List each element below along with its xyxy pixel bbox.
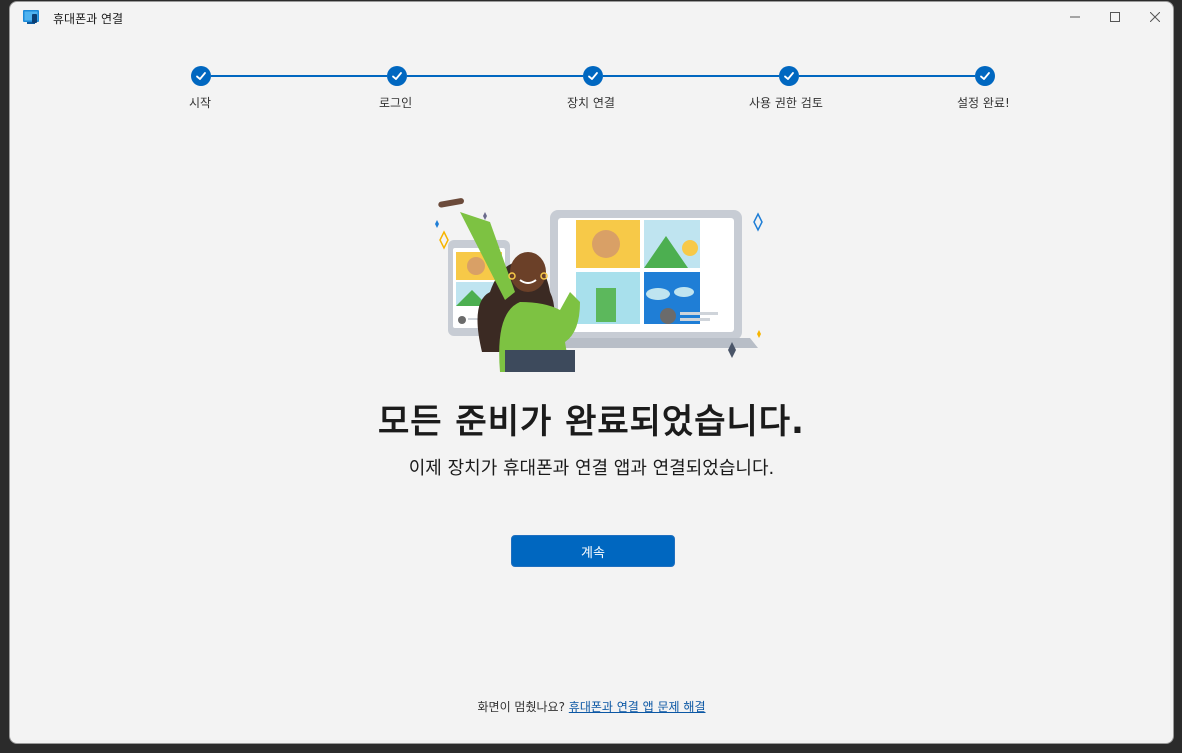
checkmark-icon (980, 72, 990, 80)
step-indicator-start (191, 66, 211, 86)
person-with-devices-illustration (435, 198, 763, 372)
maximize-icon (1110, 12, 1120, 22)
completion-subheading: 이제 장치가 휴대폰과 연결 앱과 연결되었습니다. (408, 458, 775, 479)
title-bar[interactable]: 휴대폰과 연결 (10, 2, 1173, 34)
step-connector (407, 75, 583, 77)
minimize-icon (1070, 16, 1080, 18)
step-indicator-setup-complete (975, 66, 995, 86)
checkmark-icon (588, 72, 598, 80)
app-window: 휴대폰과 연결 시작 로그인 장치 연결 사용 권한 검토 설정 완료! 모든 … (9, 1, 1174, 744)
step-label-login: 로그인 (379, 96, 413, 110)
checkmark-icon (392, 72, 402, 80)
troubleshoot-link[interactable]: 휴대폰과 연결 앱 문제 해결 (569, 700, 706, 714)
close-icon (1150, 12, 1160, 22)
step-label-connect-device: 장치 연결 (567, 96, 615, 110)
setup-progress-stepper: 시작 로그인 장치 연결 사용 권한 검토 설정 완료! (10, 62, 1173, 122)
step-label-review-permissions: 사용 권한 검토 (749, 96, 823, 110)
checkmark-icon (784, 72, 794, 80)
window-title: 휴대폰과 연결 (53, 12, 124, 26)
footer-help: 화면이 멈췄나요? 휴대폰과 연결 앱 문제 해결 (10, 698, 1173, 715)
step-label-start: 시작 (189, 96, 212, 110)
minimize-button[interactable] (1055, 2, 1095, 32)
step-connector (603, 75, 779, 77)
step-indicator-connect-device (583, 66, 603, 86)
step-connector (799, 75, 975, 77)
continue-button[interactable]: 계속 (511, 535, 675, 567)
step-indicator-login (387, 66, 407, 86)
completion-heading: 모든 준비가 완료되었습니다. (378, 402, 805, 442)
checkmark-icon (196, 72, 206, 80)
step-label-setup-complete: 설정 완료! (957, 96, 1010, 110)
phone-link-app-icon (23, 10, 39, 24)
maximize-button[interactable] (1095, 2, 1135, 32)
step-indicator-review-permissions (779, 66, 799, 86)
footer-prompt: 화면이 멈췄나요? (477, 700, 565, 714)
step-connector (211, 75, 387, 77)
close-button[interactable] (1135, 2, 1173, 32)
